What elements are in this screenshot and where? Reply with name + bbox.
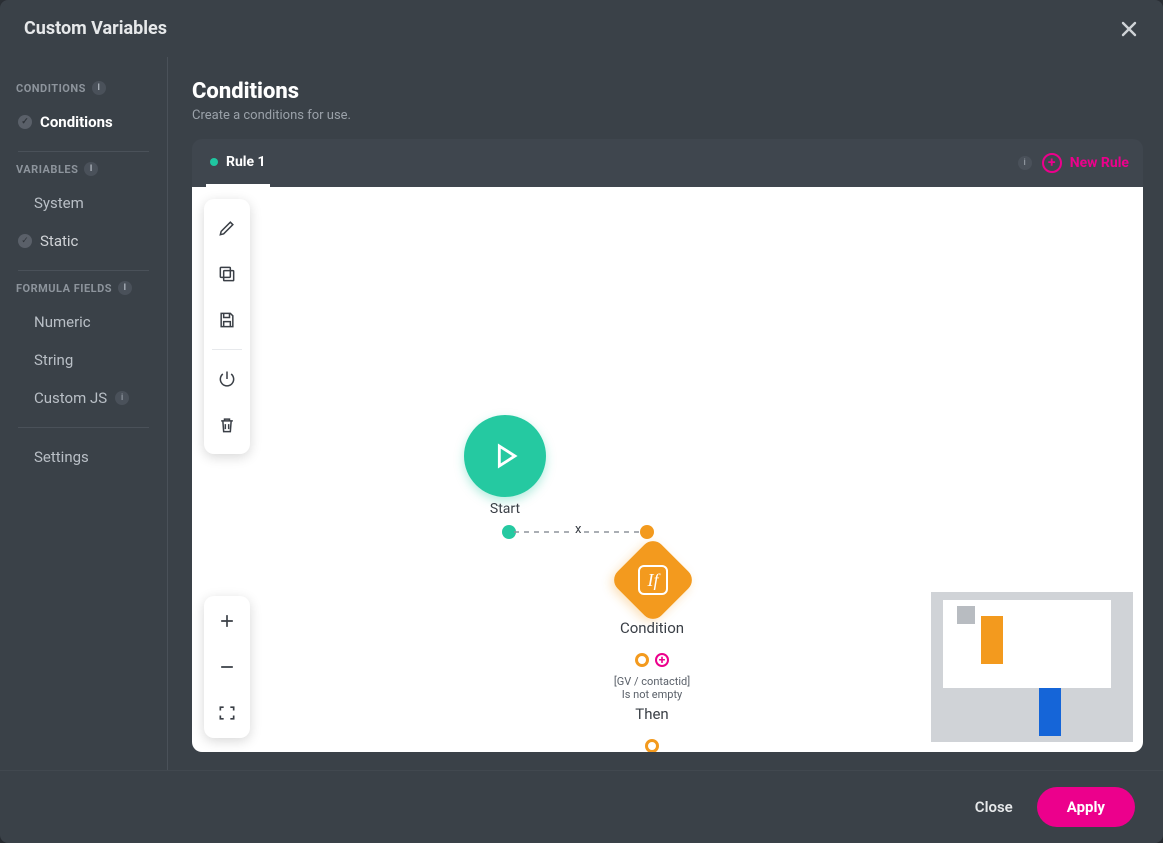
sidebar-item-label: Conditions	[40, 113, 113, 131]
status-dot-icon	[210, 158, 218, 166]
section-label: FORMULA FIELDS	[16, 282, 112, 295]
section-formula: FORMULA FIELDS i	[16, 281, 151, 295]
condition-port-row: +	[592, 653, 712, 667]
sidebar-item-static[interactable]: ✓ Static	[12, 222, 155, 260]
output-port[interactable]	[635, 653, 649, 667]
sidebar-item-customjs[interactable]: Custom JS i	[12, 379, 155, 417]
info-icon[interactable]: i	[92, 81, 106, 95]
sidebar-item-conditions[interactable]: ✓ Conditions	[12, 103, 155, 141]
titlebar: Custom Variables	[0, 0, 1163, 57]
apply-button[interactable]: Apply	[1037, 787, 1135, 827]
flow-canvas[interactable]: Start x If Condition +	[192, 187, 1143, 752]
footer: Close Apply	[0, 770, 1163, 843]
sidebar-item-string[interactable]: String	[12, 341, 155, 379]
close-button[interactable]: Close	[975, 798, 1013, 816]
edge[interactable]: x	[514, 525, 642, 535]
sidebar-item-label: Custom JS	[34, 389, 107, 407]
info-icon[interactable]: i	[84, 162, 98, 176]
add-branch-icon[interactable]: +	[655, 653, 669, 667]
page-subtitle: Create a conditions for use.	[192, 108, 1143, 123]
edge-delete-icon[interactable]: x	[572, 522, 584, 537]
sidebar-item-system[interactable]: System	[12, 184, 155, 222]
then-label: Then	[592, 705, 712, 723]
new-rule-label: New Rule	[1070, 155, 1129, 171]
tab-label: Rule 1	[226, 154, 266, 170]
sidebar-item-numeric[interactable]: Numeric	[12, 303, 155, 341]
check-icon: ✓	[18, 234, 32, 248]
divider	[18, 151, 149, 152]
modal-title: Custom Variables	[24, 18, 167, 39]
new-rule-button[interactable]: + New Rule	[1042, 153, 1129, 173]
section-label: CONDITIONS	[16, 82, 86, 95]
if-icon: If	[638, 565, 668, 595]
info-icon[interactable]: i	[1018, 156, 1032, 170]
modal-body: CONDITIONS i ✓ Conditions VARIABLES i Sy…	[0, 57, 1163, 770]
flow: Start x If Condition +	[192, 187, 1143, 752]
sidebar-item-label: String	[34, 351, 73, 369]
divider	[18, 427, 149, 428]
close-icon[interactable]	[1119, 19, 1139, 39]
sidebar-item-settings[interactable]: Settings	[12, 438, 155, 476]
sidebar-item-label: System	[34, 194, 84, 212]
info-icon[interactable]: i	[115, 391, 129, 405]
section-label: VARIABLES	[16, 163, 78, 176]
sidebar-item-label: Numeric	[34, 313, 91, 331]
edge-target-dot	[640, 525, 654, 539]
else-port-row	[592, 739, 712, 752]
plus-circle-icon: +	[1042, 153, 1062, 173]
info-icon[interactable]: i	[118, 281, 132, 295]
sidebar-item-label: Static	[40, 232, 78, 250]
section-conditions: CONDITIONS i	[16, 81, 151, 95]
tab-rule-1[interactable]: Rule 1	[206, 139, 270, 187]
output-port[interactable]	[645, 739, 659, 752]
condition-label: Condition	[592, 619, 712, 637]
section-variables: VARIABLES i	[16, 162, 151, 176]
divider	[18, 270, 149, 271]
condition-expression: [GV / contactid] Is not empty	[582, 675, 722, 701]
sidebar: CONDITIONS i ✓ Conditions VARIABLES i Sy…	[0, 57, 168, 770]
start-node[interactable]	[464, 415, 546, 497]
tabs: Rule 1 i + New Rule	[192, 139, 1143, 187]
start-label: Start	[464, 501, 546, 517]
custom-variables-modal: Custom Variables CONDITIONS i ✓ Conditio…	[0, 0, 1163, 843]
sidebar-item-label: Settings	[34, 448, 89, 466]
condition-node[interactable]: If	[609, 536, 697, 624]
page-title: Conditions	[192, 79, 1143, 104]
check-icon: ✓	[18, 115, 32, 129]
main: Conditions Create a conditions for use. …	[168, 57, 1163, 770]
